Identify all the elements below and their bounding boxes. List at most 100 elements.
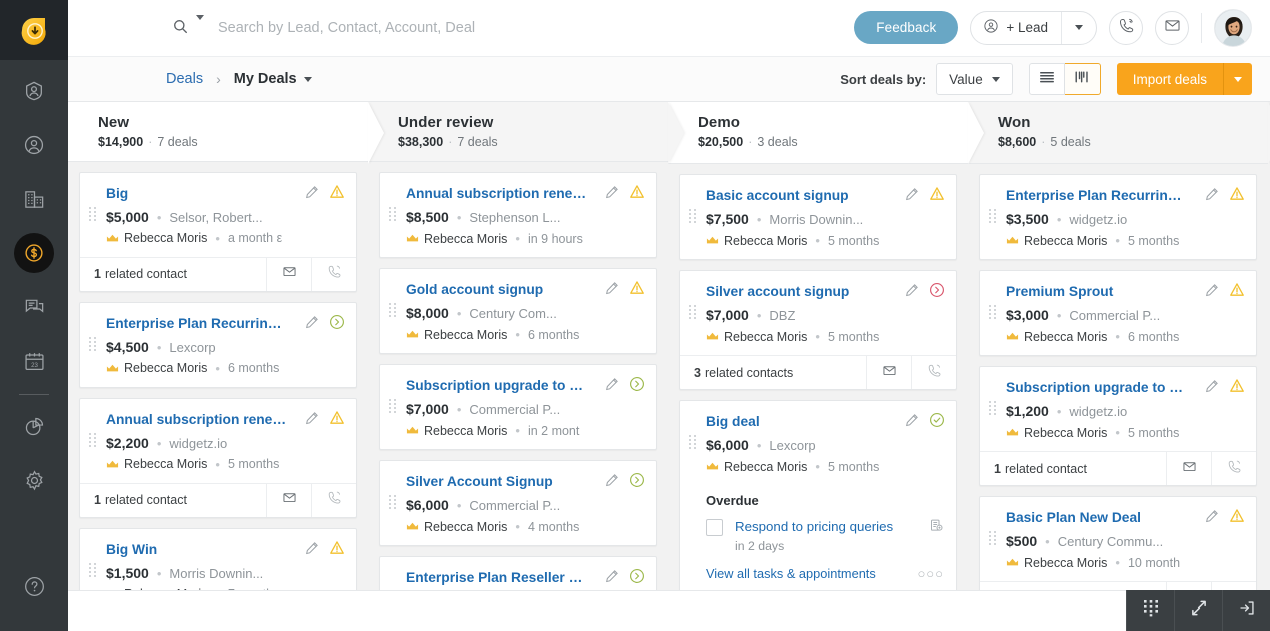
import-deals-chevron-down-icon[interactable] [1224, 63, 1252, 96]
deal-card[interactable]: Enterprise Plan Recurring Deal $4,500 • … [79, 301, 357, 388]
search-input[interactable] [218, 19, 778, 36]
drag-handle-icon[interactable] [989, 305, 997, 320]
drag-handle-icon[interactable] [389, 399, 397, 414]
drag-handle-icon[interactable] [689, 305, 697, 320]
drag-handle-icon[interactable] [89, 206, 97, 221]
warning-triangle-icon[interactable] [1229, 282, 1245, 303]
arrow-right-circle-icon[interactable] [329, 314, 345, 335]
exit-button[interactable] [1222, 590, 1270, 631]
column-card-list[interactable]: Basic account signup $7,500 • Morris Dow… [668, 164, 968, 631]
warning-triangle-icon[interactable] [1229, 508, 1245, 529]
pencil-icon[interactable] [1205, 283, 1219, 302]
drag-handle-icon[interactable] [89, 562, 97, 577]
board-view-button[interactable] [1064, 63, 1101, 96]
drag-handle-icon[interactable] [989, 531, 997, 546]
sidebar-item-calendar[interactable]: 23 [0, 334, 68, 388]
deal-card[interactable]: Gold account signup $8,000 • Century Com… [379, 268, 657, 355]
deal-card[interactable]: Enterprise Plan Recurring Deal $3,500 • … [979, 174, 1257, 261]
pencil-icon[interactable] [605, 185, 619, 204]
related-contacts-label[interactable]: 1related contact [80, 484, 266, 517]
warning-triangle-icon[interactable] [929, 186, 945, 207]
warning-triangle-icon[interactable] [1229, 186, 1245, 207]
app-logo[interactable] [0, 0, 68, 60]
sidebar-item-accounts[interactable] [0, 172, 68, 226]
pencil-icon[interactable] [305, 185, 319, 204]
search-icon[interactable] [172, 18, 189, 40]
search-affordance[interactable] [172, 15, 204, 40]
pencil-icon[interactable] [305, 315, 319, 334]
list-view-button[interactable] [1028, 63, 1065, 96]
pencil-icon[interactable] [1205, 509, 1219, 528]
sidebar-item-leads[interactable] [0, 64, 68, 118]
deal-card[interactable]: Silver Account Signup $6,000 • Commercia… [379, 460, 657, 547]
drag-handle-icon[interactable] [89, 432, 97, 447]
check-circle-icon[interactable] [929, 412, 945, 433]
task-name[interactable]: Respond to pricing queries [735, 519, 893, 534]
sidebar-item-help[interactable] [0, 559, 68, 613]
add-lead-chevron-down-icon[interactable] [1062, 12, 1096, 44]
deal-card[interactable]: Big $5,000 • Selsor, Robert... Rebecca M… [79, 171, 357, 292]
pencil-icon[interactable] [605, 377, 619, 396]
column-card-list[interactable]: Annual subscription renewal $8,500 • Ste… [368, 162, 668, 631]
column-card-list[interactable]: Enterprise Plan Recurring Deal $3,500 • … [968, 164, 1268, 631]
drag-handle-icon[interactable] [989, 209, 997, 224]
related-contacts-label[interactable]: 3 related contacts [680, 356, 866, 389]
card-call-button[interactable] [911, 356, 956, 390]
card-email-button[interactable] [1166, 452, 1211, 486]
card-call-button[interactable] [311, 483, 356, 517]
deal-card[interactable]: Big deal $6,000 • Lexcorp Rebecca Moris … [679, 400, 957, 594]
arrow-right-circle-icon[interactable] [629, 472, 645, 493]
task-item[interactable]: Respond to pricing queries in 2 days [706, 518, 944, 553]
pencil-icon[interactable] [905, 187, 919, 206]
search-scope-chevron-down-icon[interactable] [196, 15, 204, 38]
deal-card[interactable]: Subscription upgrade to Gold $7,000 • Co… [379, 364, 657, 451]
checkbox-unchecked-icon[interactable] [706, 519, 723, 537]
drag-handle-icon[interactable] [689, 435, 697, 450]
card-email-button[interactable] [266, 257, 311, 291]
arrow-right-circle-red-icon[interactable] [929, 282, 945, 303]
card-call-button[interactable] [1211, 452, 1256, 486]
related-contacts-label[interactable]: 1related contact [980, 452, 1166, 485]
sidebar-item-contacts[interactable] [0, 118, 68, 172]
pencil-icon[interactable] [605, 473, 619, 492]
breadcrumb-current[interactable]: My Deals [234, 71, 312, 87]
arrow-right-circle-icon[interactable] [629, 568, 645, 589]
deal-card[interactable]: Annual subscription renewal $8,500 • Ste… [379, 172, 657, 259]
drag-handle-icon[interactable] [989, 401, 997, 416]
dialpad-button[interactable] [1126, 590, 1174, 631]
related-contacts-label[interactable]: 1related contact [80, 258, 266, 291]
import-deals-button[interactable]: Import deals [1116, 63, 1224, 96]
phone-call-button[interactable] [1109, 10, 1143, 45]
pencil-icon[interactable] [605, 569, 619, 588]
card-call-button[interactable] [311, 257, 356, 291]
pencil-icon[interactable] [905, 283, 919, 302]
feedback-button[interactable]: Feedback [854, 11, 959, 45]
sidebar-item-deals[interactable] [0, 226, 68, 280]
drag-handle-icon[interactable] [389, 495, 397, 510]
sort-select[interactable]: Value [936, 63, 1013, 96]
warning-triangle-icon[interactable] [329, 184, 345, 205]
warning-triangle-icon[interactable] [329, 540, 345, 561]
breadcrumb-root[interactable]: Deals [166, 71, 203, 87]
warning-triangle-icon[interactable] [629, 280, 645, 301]
deal-card[interactable]: Basic account signup $7,500 • Morris Dow… [679, 174, 957, 261]
email-button[interactable] [1155, 10, 1189, 45]
deal-card[interactable]: Premium Sprout $3,000 • Commercial P... [979, 270, 1257, 357]
card-email-button[interactable] [266, 483, 311, 517]
drag-handle-icon[interactable] [689, 209, 697, 224]
card-email-button[interactable] [866, 356, 911, 390]
pencil-icon[interactable] [605, 281, 619, 300]
sidebar-item-reports[interactable] [0, 399, 68, 453]
warning-triangle-icon[interactable] [329, 410, 345, 431]
drag-handle-icon[interactable] [389, 207, 397, 222]
task-note-icon[interactable] [929, 518, 944, 538]
drag-handle-icon[interactable] [389, 303, 397, 318]
sidebar-item-conversations[interactable] [0, 280, 68, 334]
call-transfer-button[interactable] [1174, 590, 1222, 631]
view-all-tasks-link[interactable]: View all tasks & appointments [706, 566, 876, 581]
ellipsis-icon[interactable]: ○○○ [917, 566, 944, 581]
arrow-right-circle-icon[interactable] [629, 376, 645, 397]
column-card-list[interactable]: Big $5,000 • Selsor, Robert... Rebecca M… [68, 161, 368, 631]
warning-triangle-icon[interactable] [1229, 378, 1245, 399]
sidebar-item-settings[interactable] [0, 453, 68, 507]
